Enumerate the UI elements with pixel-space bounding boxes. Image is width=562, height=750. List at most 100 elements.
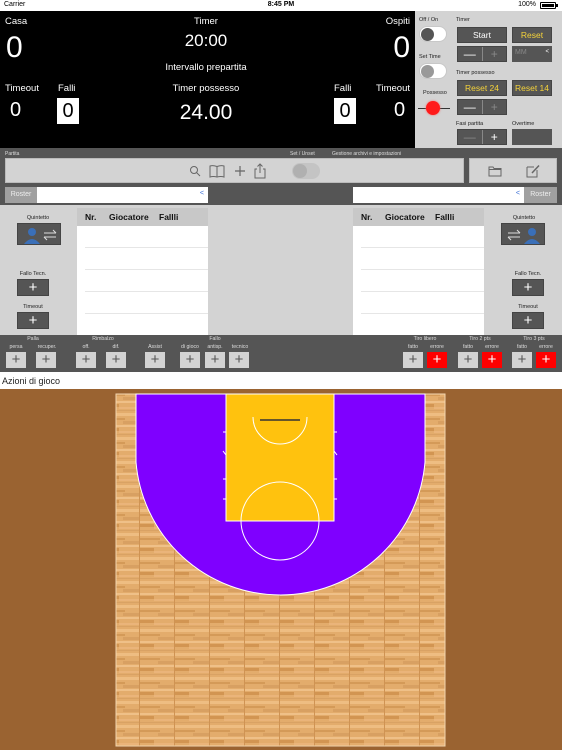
timer-minus-button[interactable]: — xyxy=(458,47,483,61)
col-number: Nr. xyxy=(361,212,373,222)
timer-plus-button[interactable]: + xyxy=(483,47,507,61)
shot-clock-stepper[interactable]: — + xyxy=(457,99,507,115)
home-fouls-label: Falli xyxy=(58,83,76,94)
ball-recovered-button[interactable]: + xyxy=(36,352,56,368)
game-timer: 20:00 xyxy=(184,31,228,50)
home-timeout-count: 0 xyxy=(10,99,22,121)
book-icon[interactable] xyxy=(209,164,225,178)
home-lineup-button[interactable] xyxy=(17,223,61,245)
search-icon[interactable] xyxy=(189,165,201,177)
basketball-court[interactable] xyxy=(0,389,562,750)
home-lineup-label: Quintetto xyxy=(26,215,50,221)
away-timeout-label: Timeout xyxy=(518,304,538,310)
two-point-made-button[interactable]: + xyxy=(458,352,478,368)
free-throw-made-button[interactable]: + xyxy=(403,352,423,368)
assist-label: Assist xyxy=(148,344,162,350)
two-point-missed-button[interactable]: + xyxy=(482,352,502,368)
shot-clock-plus-button[interactable]: + xyxy=(483,100,507,114)
minutes-input[interactable]: MM < xyxy=(512,46,552,62)
foul-label: Fallo xyxy=(209,336,221,342)
away-roster-button[interactable]: Roster xyxy=(524,187,557,203)
home-score[interactable]: 0 xyxy=(6,31,23,65)
phases-stepper[interactable]: — + xyxy=(457,129,507,145)
table-row[interactable] xyxy=(361,314,484,336)
home-fouls-count[interactable]: 0 xyxy=(57,98,79,124)
three-point-label: Tiro 3 pts xyxy=(523,336,545,342)
key-area xyxy=(225,393,335,522)
free-throw-missed-button[interactable]: + xyxy=(427,352,447,368)
player-swap-icon xyxy=(507,228,540,244)
reset-24-button[interactable]: Reset 24 xyxy=(457,80,507,96)
edit-icon[interactable] xyxy=(525,163,541,179)
archive-toolbar xyxy=(469,158,557,183)
share-icon[interactable] xyxy=(254,163,266,179)
defensive-rebound-button[interactable]: + xyxy=(106,352,126,368)
table-row[interactable] xyxy=(85,226,208,248)
ball-lost-button[interactable]: + xyxy=(6,352,26,368)
power-toggle[interactable] xyxy=(419,26,447,42)
set-time-toggle[interactable] xyxy=(419,63,447,79)
set-unset-toggle[interactable] xyxy=(292,163,320,179)
minutes-arrow[interactable]: < xyxy=(545,49,549,55)
home-roster-input[interactable]: < xyxy=(37,187,208,203)
home-timeout-button[interactable]: + xyxy=(17,312,49,329)
offensive-rebound-button[interactable]: + xyxy=(76,352,96,368)
personal-foul-button[interactable]: + xyxy=(180,352,200,368)
timer-stepper[interactable]: — + xyxy=(457,46,507,62)
table-row[interactable] xyxy=(85,292,208,314)
table-row[interactable] xyxy=(361,226,484,248)
timer-reset-button[interactable]: Reset xyxy=(512,27,552,43)
set-unset-label: Set / Unset xyxy=(290,151,315,157)
table-row[interactable] xyxy=(361,292,484,314)
start-button[interactable]: Start xyxy=(457,27,507,43)
away-lineup-label: Quintetto xyxy=(512,215,536,221)
rebound-label: Rimbalzo xyxy=(92,336,114,342)
three-point-made-button[interactable]: + xyxy=(512,352,532,368)
ball-label: Palla xyxy=(27,336,39,342)
col-player: Giocatore xyxy=(385,212,425,222)
possession-indicator[interactable] xyxy=(426,101,440,115)
home-roster-button[interactable]: Roster xyxy=(5,187,37,203)
technical-foul-button[interactable]: + xyxy=(229,352,249,368)
away-timeout-button[interactable]: + xyxy=(512,312,544,329)
three-point-missed-button[interactable]: + xyxy=(536,352,556,368)
overtime-label: Overtime xyxy=(512,121,535,127)
table-row[interactable] xyxy=(361,248,484,270)
timer-label: Timer xyxy=(194,16,218,27)
home-timeout-label: Timeout xyxy=(5,83,39,94)
reset-14-button[interactable]: Reset 14 xyxy=(512,80,552,96)
away-roster-arrow[interactable]: < xyxy=(516,190,520,197)
assist-button[interactable]: + xyxy=(145,352,165,368)
unsportsmanlike-foul-button[interactable]: + xyxy=(205,352,225,368)
away-roster-table: Nr. Giocatore Fallli xyxy=(353,208,484,335)
match-label: Partita xyxy=(5,151,20,157)
home-tech-foul-label: Fallo Tecn. xyxy=(19,271,47,277)
court-area[interactable] xyxy=(0,389,562,750)
home-tech-foul-button[interactable]: + xyxy=(17,279,49,296)
add-icon[interactable] xyxy=(234,165,246,177)
match-bar: Partita Set / Unset Gestione archivi e i… xyxy=(0,148,562,205)
away-roster-input[interactable]: < xyxy=(353,187,524,203)
home-roster-arrow[interactable]: < xyxy=(200,190,204,197)
col-number: Nr. xyxy=(85,212,97,222)
away-fouls-count[interactable]: 0 xyxy=(334,98,356,124)
table-row[interactable] xyxy=(85,248,208,270)
roster-area: Quintetto Fallo Tecn. + Timeout + Nr. Gi… xyxy=(0,205,562,335)
folder-icon[interactable] xyxy=(488,166,502,177)
shot-clock-controls-label: Timer possesso xyxy=(456,70,495,76)
phases-plus-button[interactable]: + xyxy=(483,130,507,144)
away-tech-foul-label: Fallo Tecn. xyxy=(514,271,542,277)
shot-clock-minus-button[interactable]: — xyxy=(458,100,483,114)
away-lineup-button[interactable] xyxy=(501,223,545,245)
overtime-button[interactable] xyxy=(512,129,552,145)
phases-minus-button[interactable]: — xyxy=(458,130,483,144)
table-row[interactable] xyxy=(85,314,208,336)
away-score[interactable]: 0 xyxy=(393,31,410,65)
away-team-label: Ospiti xyxy=(385,16,410,27)
table-row[interactable] xyxy=(361,270,484,292)
table-row[interactable] xyxy=(85,270,208,292)
away-tech-foul-button[interactable]: + xyxy=(512,279,544,296)
away-roster-header: Nr. Giocatore Fallli xyxy=(353,208,484,226)
game-phase: Intervallo prepartita xyxy=(165,62,247,73)
home-timeout-label: Timeout xyxy=(23,304,43,310)
